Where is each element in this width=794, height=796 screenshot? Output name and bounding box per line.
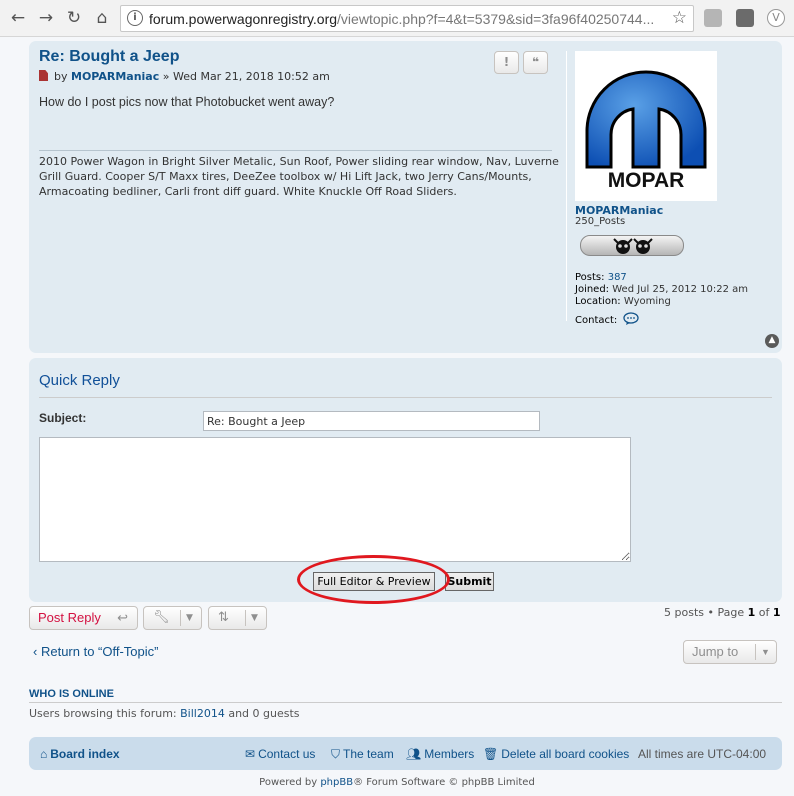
url-text[interactable]: forum.powerwagonregistry.org/viewtopic.p… xyxy=(149,11,654,27)
page-total: 1 xyxy=(772,606,781,619)
rank-skulls-icon xyxy=(613,238,653,254)
post-title[interactable]: Re: Bought a Jeep xyxy=(39,48,179,66)
address-bar[interactable]: i forum.powerwagonregistry.org/viewtopic… xyxy=(120,5,694,32)
online-user-link[interactable]: Bill2014 xyxy=(180,707,225,720)
who-online-divider xyxy=(29,702,782,703)
chevron-down-icon: ▼ xyxy=(186,613,193,623)
subject-label: Subject: xyxy=(39,411,87,425)
board-index-link[interactable]: ⌂ Board index xyxy=(40,747,120,761)
extension-v-icon[interactable]: V xyxy=(767,9,785,27)
who-online-text: Users browsing this forum: Bill2014 and … xyxy=(29,707,300,720)
profile-rank: 250_Posts xyxy=(575,216,626,227)
back-to-top-icon[interactable]: ▲ xyxy=(765,334,779,348)
forward-arrow-icon[interactable]: → xyxy=(34,6,58,30)
profile-joined: Joined: Wed Jul 25, 2012 10:22 am xyxy=(575,284,749,295)
extension-tag-icon[interactable] xyxy=(736,9,754,27)
signature-divider xyxy=(39,150,552,151)
envelope-icon: ✉ xyxy=(245,747,256,761)
signature: 2010 Power Wagon in Bright Silver Metali… xyxy=(39,155,559,198)
trash-icon: 🗑︎ xyxy=(483,747,499,761)
members-link[interactable]: 👥︎ Members xyxy=(406,747,474,761)
author-link[interactable]: MOPARManiac xyxy=(71,70,159,83)
extension-chat-icon[interactable] xyxy=(704,9,722,27)
post-date: » Wed Mar 21, 2018 10:52 am xyxy=(162,70,330,83)
sort-icon: ⇅ xyxy=(218,610,229,625)
wrench-icon: 🔧︎ xyxy=(153,610,170,625)
users-icon: 👥︎ xyxy=(406,747,422,761)
powered-by: Powered by phpBB® Forum Software © phpBB… xyxy=(259,777,535,788)
browser-toolbar: ← → ↻ ⌂ i forum.powerwagonregistry.org/v… xyxy=(0,0,794,37)
profile-posts: Posts: 387 xyxy=(575,272,627,283)
post-body: How do I post pics now that Photobucket … xyxy=(39,95,335,109)
quick-reply-divider xyxy=(39,397,772,398)
post-file-icon[interactable] xyxy=(39,70,48,81)
profile-location: Location: Wyoming xyxy=(575,296,671,307)
shield-icon: ⛉ xyxy=(331,747,341,761)
rank-image xyxy=(580,235,684,256)
the-team-link[interactable]: ⛉ The team xyxy=(331,747,394,762)
submit-button[interactable]: Submit xyxy=(445,572,494,591)
bookmark-star-icon[interactable]: ☆ xyxy=(672,8,687,28)
chevron-down-icon: ▼ xyxy=(251,613,258,623)
report-button[interactable]: ! xyxy=(494,51,519,74)
delete-cookies-link[interactable]: 🗑︎ Delete all board cookies xyxy=(483,747,629,761)
subject-input[interactable] xyxy=(203,411,540,431)
contact-chat-icon[interactable] xyxy=(623,312,640,325)
topic-tools-button[interactable]: 🔧︎ ▼ xyxy=(143,606,202,630)
svg-text:MOPAR: MOPAR xyxy=(608,169,685,192)
reload-icon[interactable]: ↻ xyxy=(62,6,86,30)
info-icon[interactable]: i xyxy=(127,10,143,26)
timezone-text: All times are UTC-04:00 xyxy=(638,747,767,761)
phpbb-link[interactable]: phpBB xyxy=(320,777,353,788)
mopar-logo-icon: MOPAR xyxy=(585,70,707,192)
reply-arrow-icon: ↩ xyxy=(117,610,128,625)
pagination: 5 posts • Page 1 of 1 xyxy=(664,606,781,619)
avatar: MOPAR xyxy=(575,51,717,201)
return-to-forum-link[interactable]: ‹ Return to “Off-Topic” xyxy=(33,644,159,659)
sort-button[interactable]: ⇅ ▼ xyxy=(208,606,267,630)
who-is-online-title[interactable]: WHO IS ONLINE xyxy=(29,688,114,700)
post-reply-button[interactable]: Post Reply ↩ xyxy=(29,606,138,630)
annotation-circle xyxy=(297,555,450,604)
back-arrow-icon[interactable]: ← xyxy=(6,6,30,30)
quote-button[interactable]: ❝ xyxy=(523,51,548,74)
chevron-down-icon: ▼ xyxy=(761,647,770,657)
message-textarea[interactable] xyxy=(39,437,631,562)
jump-to-button[interactable]: Jump to ▼ xyxy=(683,640,777,664)
profile-contact: Contact: xyxy=(575,312,640,326)
chevron-left-icon: ‹ xyxy=(33,644,38,659)
home-icon[interactable]: ⌂ xyxy=(90,6,114,30)
home-icon: ⌂ xyxy=(40,747,48,761)
posts-count-link[interactable]: 387 xyxy=(608,272,627,283)
post-meta: by MOPARManiac » Wed Mar 21, 2018 10:52 … xyxy=(39,70,330,83)
quick-reply-title: Quick Reply xyxy=(39,372,120,389)
contact-us-link[interactable]: ✉ Contact us xyxy=(245,747,315,761)
profile-divider xyxy=(566,51,567,321)
